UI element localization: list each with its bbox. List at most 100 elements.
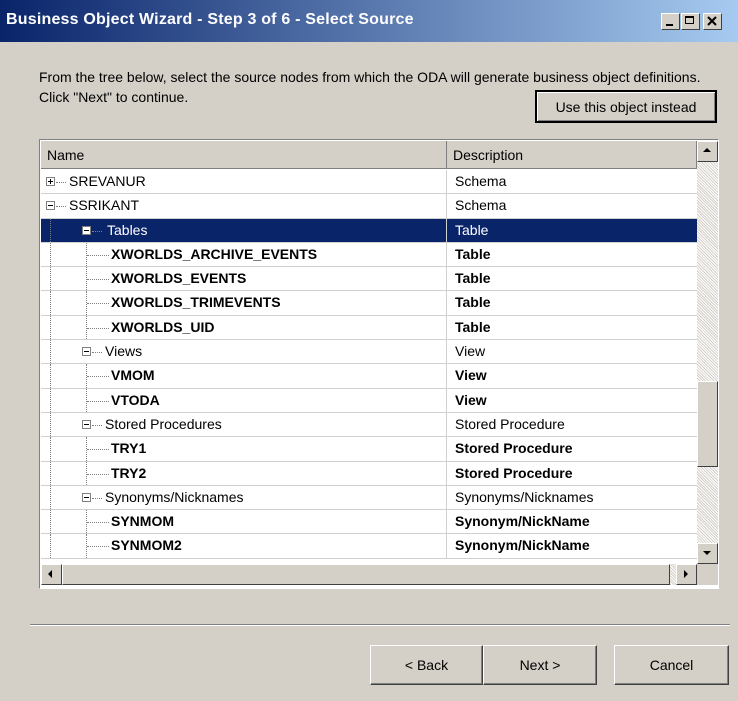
tree-guide-line: [50, 267, 51, 291]
tree-row[interactable]: XWORLDS_UID Table: [41, 315, 697, 341]
scroll-left-button[interactable]: [41, 564, 62, 585]
tree-connector: [87, 546, 109, 548]
tree-row[interactable]: SYNMOM2 Synonym/NickName: [41, 534, 697, 559]
column-header-description[interactable]: Description: [447, 141, 697, 169]
close-icon: [707, 16, 717, 26]
tree-row-name-cell: Stored Procedures: [41, 412, 447, 437]
tree-row[interactable]: Views View: [41, 340, 697, 365]
tree-row[interactable]: XWORLDS_EVENTS Table: [41, 267, 697, 292]
scrollbar-corner: [697, 564, 718, 585]
tree-node-label: XWORLDS_UID: [111, 318, 215, 335]
tree-node-label: VMOM: [111, 367, 155, 384]
maximize-icon: [685, 16, 694, 24]
next-button[interactable]: Next >: [483, 645, 597, 685]
tree-guide-line: [50, 412, 51, 437]
tree-row-name-cell: SYNMOM: [41, 510, 447, 534]
tree-row-description: Table: [455, 270, 491, 287]
tree-guide-line: [50, 510, 51, 534]
tree-row-description: Synonym/NickName: [455, 513, 590, 530]
tree-connector: [56, 206, 66, 208]
tree-connector: [87, 522, 109, 524]
tree-node-label: Tables: [105, 218, 150, 242]
tree-row-description: View: [455, 367, 487, 384]
tree-node-label: XWORLDS_TRIMEVENTS: [111, 294, 281, 311]
tree-row-name-cell: Synonyms/Nicknames: [41, 485, 447, 510]
collapse-minus-icon[interactable]: [82, 225, 91, 235]
tree-connector: [92, 424, 102, 426]
tree-connector: [92, 497, 102, 499]
minimize-icon: [666, 24, 673, 26]
tree-connector: [87, 254, 109, 256]
maximize-button[interactable]: [681, 13, 700, 30]
tree-node-label: TRY2: [111, 464, 147, 481]
tree-connector: [92, 352, 102, 354]
tree-row-name-cell: TRY1: [41, 437, 447, 461]
tree-connector: [56, 182, 66, 183]
vertical-scrollbar[interactable]: [697, 141, 718, 564]
tree-row[interactable]: XWORLDS_ARCHIVE_EVENTS Table: [41, 242, 697, 268]
tree-row[interactable]: Tables Table: [41, 218, 697, 243]
use-this-object-button[interactable]: Use this object instead: [535, 90, 717, 123]
tree-guide-line: [50, 218, 51, 242]
tree-row[interactable]: TRY2 Stored Procedure: [41, 461, 697, 486]
arrow-up-icon: [703, 148, 711, 152]
tree-node-label: SYNMOM2: [111, 537, 182, 554]
tree-connector: [87, 303, 109, 305]
tree-guide-line: [50, 242, 51, 267]
scroll-up-button[interactable]: [697, 141, 718, 162]
tree-row[interactable]: Synonyms/Nicknames Synonyms/Nicknames: [41, 485, 697, 511]
horizontal-scrollbar[interactable]: [41, 564, 697, 585]
minimize-button[interactable]: [661, 13, 680, 30]
close-button[interactable]: [703, 13, 722, 30]
cancel-button[interactable]: Cancel: [614, 645, 729, 685]
tree-row[interactable]: SYNMOM Synonym/NickName: [41, 510, 697, 535]
horizontal-scroll-thumb[interactable]: [62, 564, 670, 585]
tree-row[interactable]: Stored Procedures Stored Procedure: [41, 412, 697, 438]
collapse-minus-icon[interactable]: [46, 201, 55, 211]
tree-node-label: Stored Procedures: [105, 415, 222, 432]
tree-row-description: Schema: [455, 173, 507, 189]
tree-guide-line: [50, 437, 51, 461]
tree-node-label: SYNMOM: [111, 513, 174, 530]
tree-row-name-cell: SYNMOM2: [41, 534, 447, 558]
tree-node-label: SREVANUR: [69, 173, 146, 189]
tree-row[interactable]: VTODA View: [41, 388, 697, 413]
tree-row[interactable]: SREVANUR Schema: [41, 170, 697, 195]
tree-row-name-cell: Tables: [41, 218, 447, 242]
tree-row-description: Table: [455, 245, 491, 262]
tree-row-name-cell: XWORLDS_ARCHIVE_EVENTS: [41, 242, 447, 267]
back-button[interactable]: < Back: [370, 645, 483, 685]
tree-row-description: Synonyms/Nicknames: [455, 488, 594, 505]
expand-plus-icon[interactable]: [46, 177, 55, 186]
source-tree[interactable]: Name Description SREVANUR Schema SSRIKANT S…: [39, 139, 719, 589]
scroll-right-button[interactable]: [676, 564, 697, 585]
tree-row-name-cell: TRY2: [41, 461, 447, 485]
tree-connector: [87, 473, 109, 475]
collapse-minus-icon[interactable]: [82, 419, 91, 429]
collapse-minus-icon[interactable]: [82, 492, 91, 502]
tree-row-description: Schema: [455, 197, 507, 214]
tree-row-description: Table: [455, 318, 491, 335]
title-bar: Business Object Wizard - Step 3 of 6 - S…: [0, 0, 738, 42]
tree-row[interactable]: XWORLDS_TRIMEVENTS Table: [41, 291, 697, 316]
tree-row-name-cell: VTODA: [41, 388, 447, 412]
tree-node-label: SSRIKANT: [69, 197, 140, 214]
column-header-name[interactable]: Name: [41, 141, 447, 169]
tree-row-name-cell: XWORLDS_EVENTS: [41, 267, 447, 291]
tree-row[interactable]: TRY1 Stored Procedure: [41, 437, 697, 462]
arrow-down-icon: [703, 551, 711, 555]
tree-guide-line: [50, 315, 51, 340]
tree-connector: [87, 400, 109, 402]
tree-row[interactable]: VMOM View: [41, 364, 697, 389]
tree-rows: SREVANUR Schema SSRIKANT Schema Tables Table X…: [41, 170, 697, 559]
vertical-scroll-thumb[interactable]: [697, 381, 718, 467]
scroll-down-button[interactable]: [697, 543, 718, 564]
collapse-minus-icon[interactable]: [82, 347, 91, 357]
tree-row-description: Table: [455, 294, 491, 311]
tree-row-description: Stored Procedure: [455, 415, 565, 432]
tree-connector: [87, 327, 109, 329]
tree-row-name-cell: XWORLDS_TRIMEVENTS: [41, 291, 447, 315]
arrow-left-icon: [48, 570, 52, 578]
tree-row[interactable]: SSRIKANT Schema: [41, 194, 697, 219]
tree-node-label: XWORLDS_ARCHIVE_EVENTS: [111, 245, 318, 262]
